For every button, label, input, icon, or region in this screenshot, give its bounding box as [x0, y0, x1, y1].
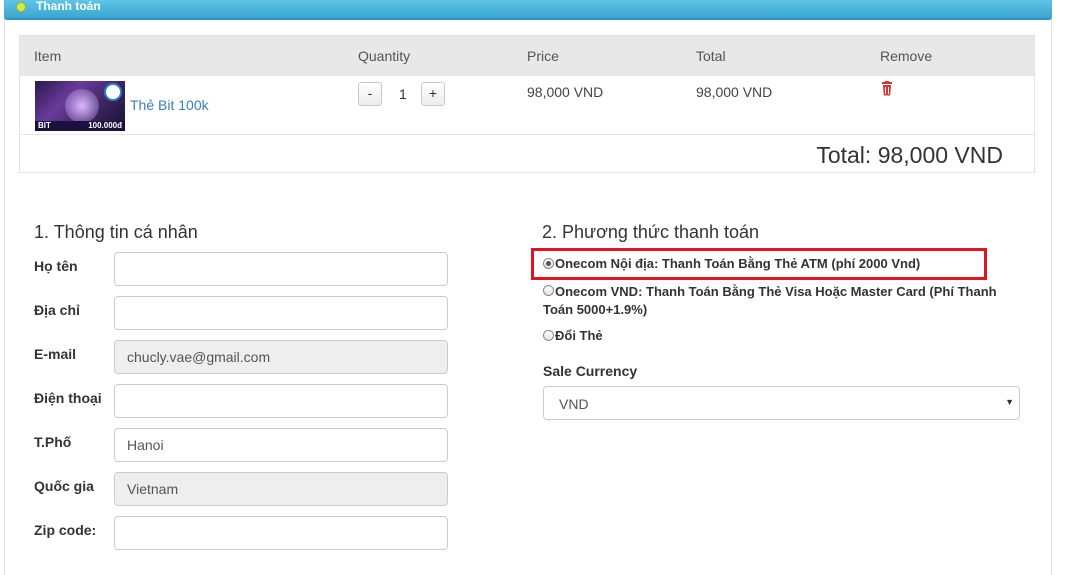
currency-select[interactable]: VND ▼: [543, 386, 1020, 420]
bullet-icon: [16, 2, 26, 12]
product-link[interactable]: Thẻ Bit 100k: [130, 97, 209, 113]
header-title: Thanh toán: [36, 0, 101, 13]
brand-badge-icon: [104, 83, 122, 101]
fullname-label: Họ tên: [34, 258, 78, 274]
cart-header-row: Item Quantity Price Total Remove: [20, 36, 1034, 76]
thumb-label: BIT: [38, 121, 51, 130]
trash-icon[interactable]: [881, 81, 893, 96]
checkout-header: Thanh toán: [4, 0, 1052, 20]
payment-option-visa-radio[interactable]: [543, 285, 554, 296]
fullname-input[interactable]: [114, 252, 448, 286]
country-label: Quốc gia: [34, 478, 94, 494]
payment-option-visa-label-line1[interactable]: Onecom VND: Thanh Toán Bằng Thẻ Visa Hoặ…: [555, 283, 997, 301]
city-label: T.Phố: [34, 434, 72, 450]
address-input[interactable]: [114, 296, 448, 330]
item-price: 98,000 VND: [527, 84, 604, 100]
address-label: Địa chỉ: [34, 302, 80, 318]
zipcode-label: Zip code:: [34, 522, 97, 538]
payment-option-atm-radio[interactable]: [543, 258, 554, 269]
payment-option-exchange-radio[interactable]: [543, 330, 554, 341]
sale-currency-label: Sale Currency: [543, 363, 638, 379]
payment-method-title: 2. Phương thức thanh toán: [542, 222, 760, 242]
column-remove: Remove: [880, 48, 933, 64]
column-price: Price: [527, 48, 559, 64]
phone-input[interactable]: [114, 384, 448, 418]
decrease-quantity-button[interactable]: -: [358, 82, 382, 106]
column-total: Total: [696, 48, 726, 64]
column-item: Item: [34, 48, 62, 64]
email-label: E-mail: [34, 346, 77, 362]
email-input[interactable]: [114, 340, 448, 374]
cart-grand-total: Total: 98,000 VND: [816, 142, 1003, 168]
column-quantity: Quantity: [358, 48, 411, 64]
quantity-value: 1: [399, 86, 407, 102]
caret-down-icon: ▼: [1005, 397, 1014, 407]
city-input[interactable]: [114, 428, 448, 462]
payment-option-visa-label-line2[interactable]: Toán 5000+1.9%): [543, 301, 647, 319]
row-divider: [20, 134, 1034, 135]
cart-table: Item Quantity Price Total Remove BIT 100…: [19, 35, 1035, 173]
phone-label: Điện thoại: [34, 390, 102, 406]
currency-select-value: VND: [559, 396, 589, 412]
item-total: 98,000 VND: [696, 84, 773, 100]
payment-option-atm-label[interactable]: Onecom Nội địa: Thanh Toán Bằng Thẻ ATM …: [555, 255, 920, 273]
payment-option-exchange-label[interactable]: Đổi Thẻ: [555, 327, 603, 345]
zipcode-input[interactable]: [114, 516, 448, 550]
country-input[interactable]: [114, 472, 448, 506]
thumb-price: 100.000đ: [88, 121, 122, 130]
personal-info-title: 1. Thông tin cá nhân: [34, 222, 198, 242]
increase-quantity-button[interactable]: +: [421, 82, 445, 106]
product-thumbnail[interactable]: BIT 100.000đ: [35, 81, 125, 131]
